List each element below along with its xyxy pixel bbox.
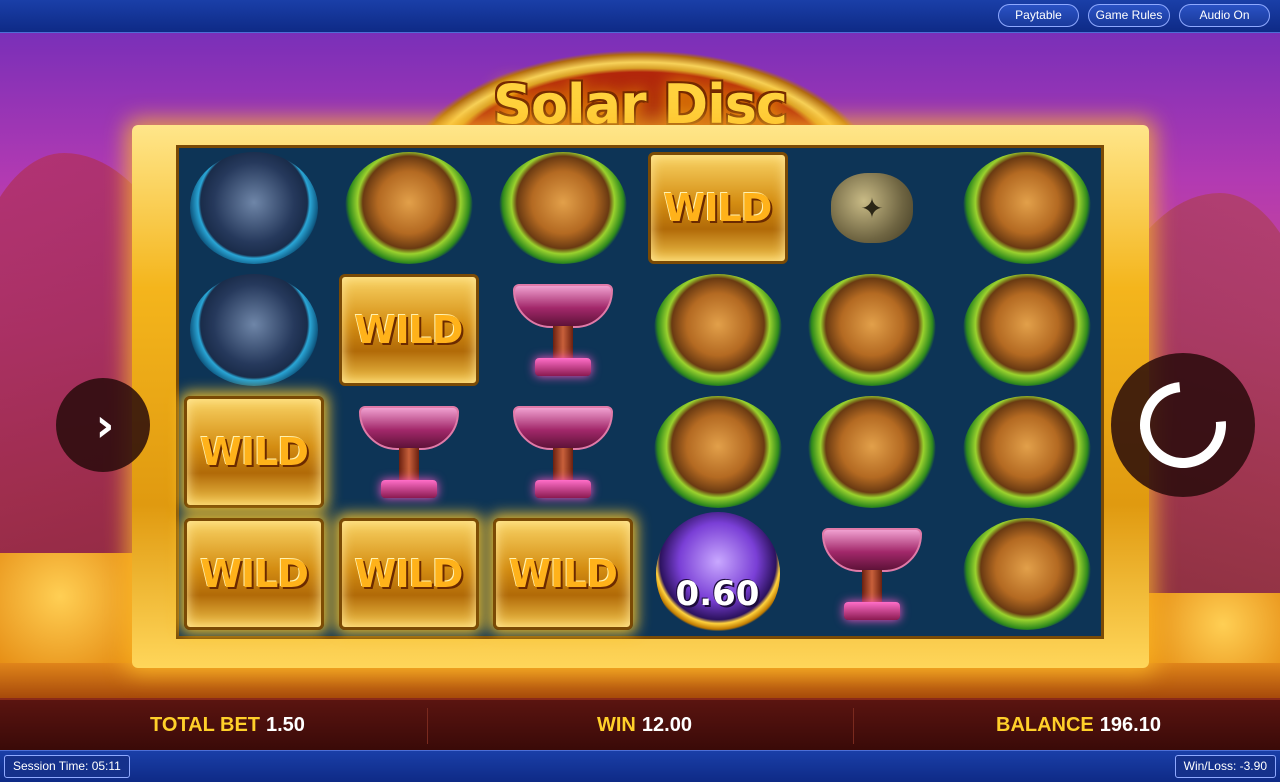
total-bet-display: TOTAL BET 1.50	[150, 714, 305, 737]
wild-label: WILD	[200, 552, 309, 596]
status-divider	[427, 708, 428, 744]
reel-cell	[952, 392, 1102, 512]
coin-prize-value: 0.60	[675, 574, 760, 614]
spin-button[interactable]	[1111, 353, 1255, 497]
puma-symbol	[962, 152, 1091, 264]
goblet-symbol	[808, 518, 936, 630]
goblet-base	[380, 480, 437, 498]
gold-coins-floor	[0, 663, 1280, 698]
balance-value: 196.10	[1099, 714, 1161, 736]
reel-cell	[488, 148, 638, 268]
goblet-stem	[862, 570, 882, 604]
reel-cell	[952, 270, 1102, 390]
wild-label: WILD	[200, 430, 309, 474]
wild-label: WILD	[663, 186, 773, 230]
reel-grid: WILD WILD WILD WILD WILD WILD 0.60 ✦	[176, 145, 1104, 639]
goblet-bowl	[513, 406, 613, 450]
win-display: WIN 12.00	[597, 714, 692, 737]
reel-cell	[797, 270, 947, 390]
wild-symbol: WILD	[647, 152, 788, 264]
chevron-right-icon: ›	[95, 398, 115, 452]
puma-symbol	[808, 274, 936, 386]
reel-cell: WILD	[488, 514, 638, 634]
goblet-symbol	[345, 396, 473, 508]
reel-cell	[952, 514, 1102, 634]
reel-cell: WILD	[643, 148, 793, 268]
puma-symbol	[962, 274, 1091, 386]
goblet-stem	[398, 448, 419, 482]
wild-label: WILD	[354, 308, 464, 352]
game-stage: Solar Disc WILD WILD WILD WILD WILD WILD 0.60 ✦…	[0, 33, 1280, 698]
top-bar: Paytable Game Rules Audio On	[0, 0, 1280, 33]
solar-disc-symbol: ✦	[831, 173, 913, 243]
goblet-stem	[553, 326, 573, 360]
goblet-base	[844, 602, 900, 620]
bird-glyph-icon: ✦	[860, 192, 884, 224]
reel-cell: WILD	[179, 392, 329, 512]
reel-cell	[488, 270, 638, 390]
goblet-bowl	[513, 284, 613, 328]
reel-cell: WILD	[334, 514, 484, 634]
status-divider	[853, 708, 854, 744]
audio-toggle-button[interactable]: Audio On	[1179, 4, 1270, 27]
reel-cell: ✦	[797, 148, 947, 268]
reel-cell	[334, 392, 484, 512]
wild-symbol: WILD	[493, 518, 633, 630]
total-bet-value: 1.50	[266, 714, 305, 736]
reel-cell	[643, 392, 793, 512]
puma-symbol	[962, 518, 1091, 630]
reel-cell	[179, 270, 329, 390]
reel-cell	[179, 148, 329, 268]
goblet-stem	[553, 448, 573, 482]
wild-symbol: WILD	[184, 396, 324, 508]
paytable-button[interactable]: Paytable	[998, 4, 1079, 27]
win-loss: Win/Loss: -3.90	[1174, 755, 1276, 778]
side-menu-button[interactable]: ›	[56, 378, 150, 472]
puma-symbol	[653, 274, 782, 386]
puma-symbol	[962, 396, 1091, 508]
refresh-icon	[1122, 364, 1244, 486]
bear-symbol	[190, 274, 318, 386]
reel-frame: WILD WILD WILD WILD WILD WILD 0.60 ✦	[132, 125, 1149, 668]
reel-cell	[797, 392, 947, 512]
reel-cell	[952, 148, 1102, 268]
footer-bar: Session Time: 05:11 Win/Loss: -3.90	[0, 750, 1280, 782]
reel-cell	[643, 270, 793, 390]
puma-symbol	[499, 152, 627, 264]
puma-symbol	[808, 396, 936, 508]
wild-label: WILD	[354, 552, 464, 596]
coin-prize-symbol: 0.60	[655, 512, 780, 636]
balance-label: BALANCE	[996, 714, 1094, 736]
goblet-symbol	[499, 396, 627, 508]
reel-cell: WILD	[179, 514, 329, 634]
puma-symbol	[653, 396, 782, 508]
goblet-base	[535, 358, 591, 376]
game-rules-button[interactable]: Game Rules	[1088, 4, 1170, 27]
goblet-symbol	[499, 274, 627, 386]
bear-symbol	[190, 152, 318, 264]
reel-cell: WILD	[334, 270, 484, 390]
reel-cell	[797, 514, 947, 634]
session-time: Session Time: 05:11	[4, 755, 130, 778]
win-label: WIN	[597, 714, 636, 736]
wild-symbol: WILD	[338, 518, 479, 630]
wild-symbol: WILD	[184, 518, 324, 630]
total-bet-label: TOTAL BET	[150, 714, 260, 736]
goblet-base	[535, 480, 591, 498]
puma-symbol	[344, 152, 473, 264]
status-bar: TOTAL BET 1.50 WIN 12.00 BALANCE 196.10	[0, 698, 1280, 750]
win-value: 12.00	[641, 714, 692, 736]
goblet-bowl	[358, 406, 459, 450]
reel-cell: 0.60	[643, 512, 793, 636]
reel-cell	[488, 392, 638, 512]
reel-cell	[334, 148, 484, 268]
goblet-bowl	[822, 528, 922, 572]
wild-label: WILD	[509, 552, 618, 596]
balance-display: BALANCE 196.10	[996, 714, 1161, 737]
wild-symbol: WILD	[338, 274, 479, 386]
